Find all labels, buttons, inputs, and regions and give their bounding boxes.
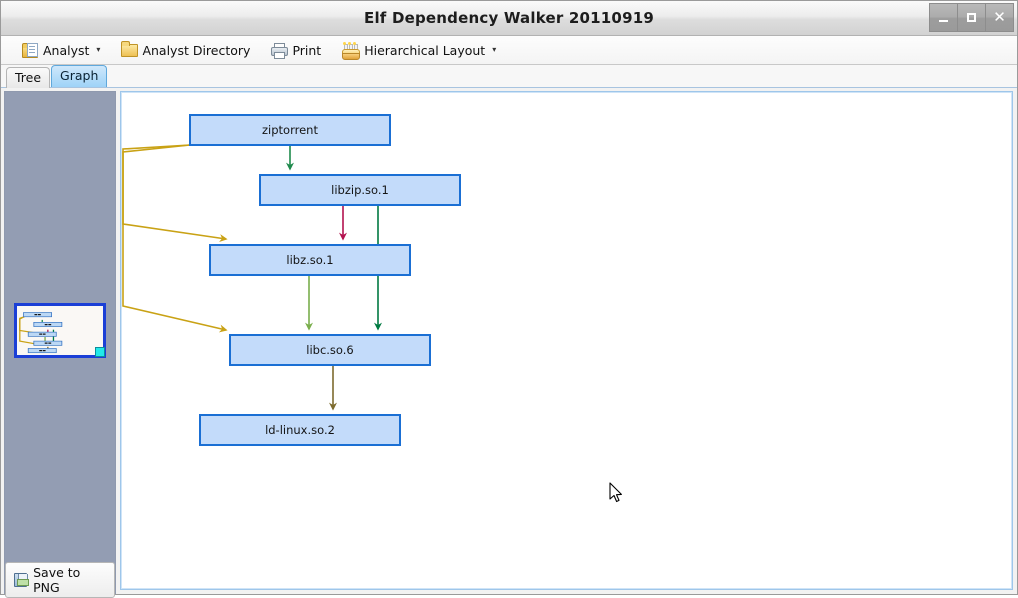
document-folder-icon — [22, 42, 38, 58]
window-title: Elf Dependency Walker 20110919 — [364, 9, 654, 27]
application-window: Elf Dependency Walker 20110919 ✕ Analyst… — [0, 0, 1018, 598]
tab-tree[interactable]: Tree — [6, 67, 51, 88]
cake-icon — [342, 41, 361, 60]
svg-text:▬▬: ▬▬ — [44, 323, 51, 327]
node-layer: ziptorrent libzip.so.1 libz.so.1 libc.so.6 l… — [189, 114, 461, 446]
svg-text:▬▬: ▬▬ — [39, 332, 46, 336]
toolbar-hierarchical-layout-label: Hierarchical Layout — [364, 42, 486, 58]
title-bar: Elf Dependency Walker 20110919 ✕ — [1, 1, 1017, 36]
chevron-down-icon: ▾ — [96, 45, 101, 54]
toolbar-analyst-label: Analyst — [43, 42, 90, 58]
window-controls: ✕ — [929, 3, 1014, 32]
floppy-disk-icon — [14, 572, 30, 587]
close-icon: ✕ — [993, 8, 1006, 26]
close-button[interactable]: ✕ — [986, 3, 1014, 32]
folder-icon — [121, 40, 139, 57]
node-label: libc.so.6 — [306, 343, 353, 357]
graph-node-libzip[interactable]: libzip.so.1 — [259, 174, 461, 206]
chevron-down-icon: ▾ — [492, 45, 497, 54]
graph-node-libc[interactable]: libc.so.6 — [229, 334, 431, 366]
minimap-thumbnail: ▬▬ ▬▬ ▬▬ ▬▬ ▬▬ — [19, 312, 63, 354]
svg-text:▬▬: ▬▬ — [39, 349, 46, 353]
node-label: ziptorrent — [262, 123, 318, 137]
toolbar-analyst-directory-button[interactable]: Analyst Directory — [114, 39, 257, 61]
tab-tree-label: Tree — [15, 70, 42, 85]
main-toolbar: Analyst ▾ Analyst Directory Print Hierar… — [1, 36, 1017, 65]
graph-overview-minimap[interactable]: ▬▬ ▬▬ ▬▬ ▬▬ ▬▬ — [14, 303, 106, 358]
node-label: ld-linux.so.2 — [265, 423, 335, 437]
maximize-button[interactable] — [958, 3, 986, 32]
tab-bar: Tree Graph — [1, 65, 1017, 88]
minimize-button[interactable] — [929, 3, 958, 32]
svg-text:▬▬: ▬▬ — [34, 313, 41, 317]
save-to-png-button[interactable]: Save to PNG — [5, 561, 115, 598]
toolbar-analyst-directory-label: Analyst Directory — [142, 42, 251, 58]
svg-text:▬▬: ▬▬ — [44, 341, 51, 345]
node-label: libz.so.1 — [286, 253, 333, 267]
graph-canvas[interactable]: ziptorrent libzip.so.1 libz.so.1 libc.so.6 l… — [120, 91, 1013, 590]
node-label: libzip.so.1 — [331, 183, 389, 197]
toolbar-print-button[interactable]: Print — [264, 39, 328, 61]
maximize-icon — [967, 13, 976, 22]
main-content: ▬▬ ▬▬ ▬▬ ▬▬ ▬▬ Save to PNG ziptorrent li… — [1, 88, 1017, 598]
toolbar-analyst-menu[interactable]: Analyst ▾ — [15, 39, 107, 61]
printer-icon — [271, 43, 289, 59]
graph-node-libz[interactable]: libz.so.1 — [209, 244, 411, 276]
tab-graph[interactable]: Graph — [51, 65, 108, 87]
graph-node-ziptorrent[interactable]: ziptorrent — [189, 114, 391, 146]
minimap-resize-handle[interactable] — [95, 347, 105, 357]
graph-node-ldlinux[interactable]: ld-linux.so.2 — [199, 414, 401, 446]
overview-panel: ▬▬ ▬▬ ▬▬ ▬▬ ▬▬ Save to PNG — [4, 91, 116, 598]
dependency-graph: ziptorrent libzip.so.1 libz.so.1 libc.so.6 l… — [122, 114, 461, 446]
graph-edge — [122, 144, 228, 243]
minimize-icon — [939, 20, 948, 22]
toolbar-print-label: Print — [292, 42, 322, 58]
tab-graph-label: Graph — [60, 68, 99, 83]
toolbar-hierarchical-layout-menu[interactable]: Hierarchical Layout ▾ — [335, 39, 503, 61]
save-to-png-label: Save to PNG — [33, 564, 81, 595]
save-toolbar: Save to PNG — [5, 561, 115, 598]
